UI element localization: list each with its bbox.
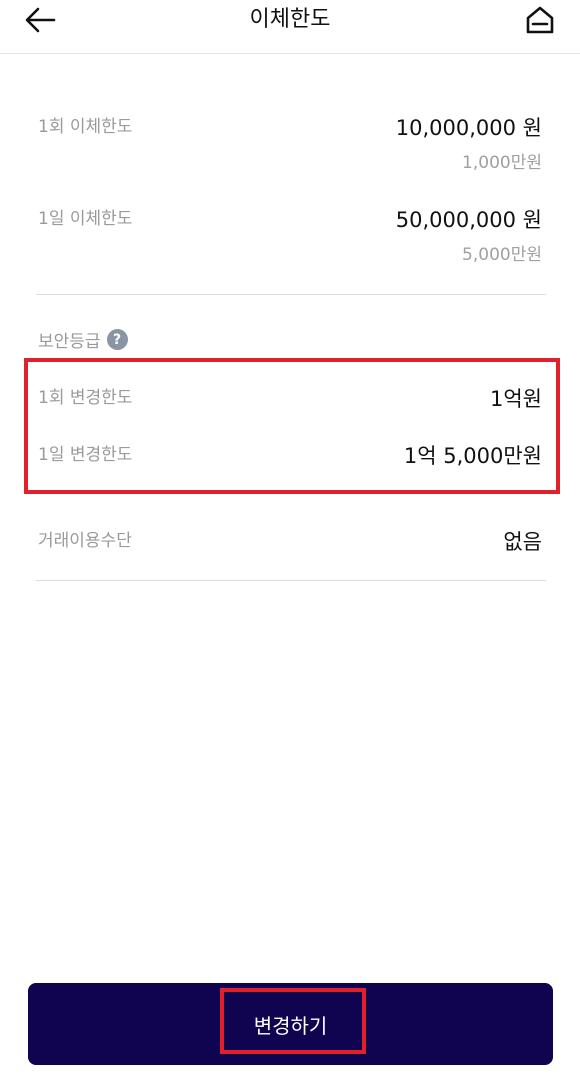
per-day-limit-sub: 5,000만원 <box>462 245 542 265</box>
per-transaction-limit-value: 10,000,000 원 <box>395 116 542 140</box>
security-level-label: 보안등급 ? <box>38 327 128 352</box>
security-level-text: 보안등급 <box>38 332 101 352</box>
per-day-limit-value: 50,000,000 원 <box>395 208 542 232</box>
page-title: 이체한도 <box>249 7 331 32</box>
app-header: 이체한도 <box>0 0 580 54</box>
home-icon <box>524 5 556 39</box>
per-transaction-limit-label: 1회 이체한도 <box>38 117 133 137</box>
per-transaction-limit-sub: 1,000만원 <box>462 153 542 173</box>
question-icon[interactable]: ? <box>106 329 128 350</box>
change-limit-highlight <box>24 358 560 494</box>
change-button-highlight <box>220 988 366 1054</box>
section-divider <box>36 294 546 295</box>
bottom-divider <box>36 580 546 581</box>
home-button[interactable] <box>520 4 560 40</box>
transaction-method-label: 거래이용수단 <box>38 531 132 551</box>
transaction-method-value: 없음 <box>503 530 542 554</box>
per-day-limit-label: 1일 이체한도 <box>38 209 133 229</box>
